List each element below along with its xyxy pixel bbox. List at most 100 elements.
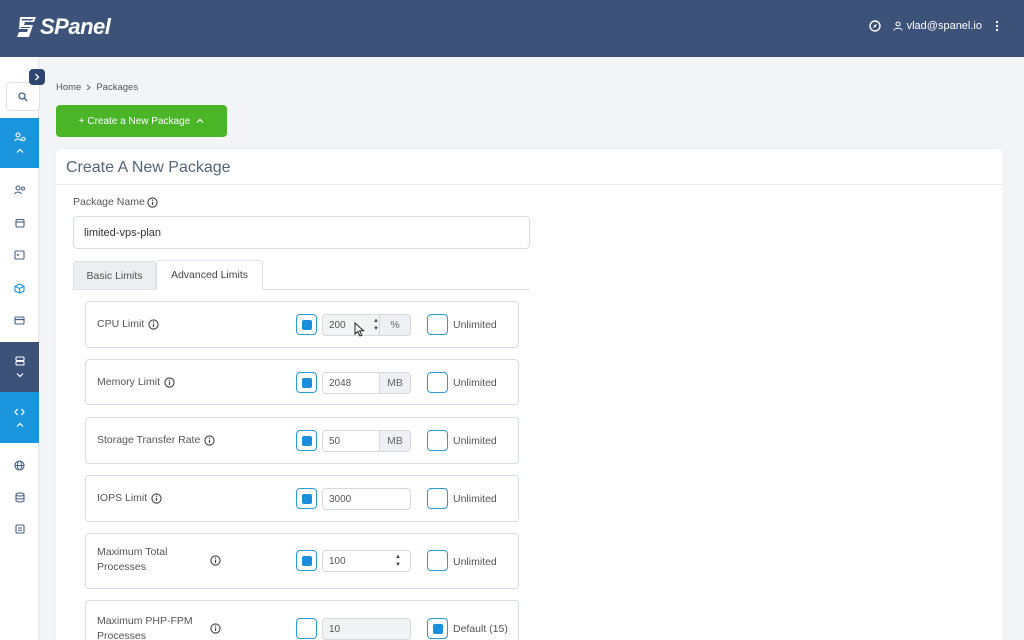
sidebar-item-domains[interactable]: [0, 455, 39, 475]
user-icon: [893, 21, 903, 31]
info-icon[interactable]: [164, 376, 175, 388]
sidebar-toggle-button[interactable]: [29, 69, 45, 85]
memory-limit-enable-checkbox[interactable]: [296, 372, 317, 393]
sidebar-item-server[interactable]: [0, 342, 39, 392]
package-name-input[interactable]: [73, 216, 530, 249]
info-icon[interactable]: [204, 434, 215, 446]
spanel-logo-icon: [17, 17, 36, 37]
memory-limit-unit: MB: [380, 372, 411, 394]
memory-limit-row: Memory Limit 2048 MB Unlimited: [85, 359, 519, 405]
phpfpm-processes-row: Maximum PHP-FPM Processes 10 Default (15…: [85, 600, 519, 640]
database-icon: [14, 491, 25, 503]
sidebar-item-developer[interactable]: [0, 392, 39, 443]
memory-limit-input[interactable]: 2048: [322, 372, 380, 394]
globe-icon: [14, 459, 25, 471]
info-icon[interactable]: [151, 492, 162, 504]
cpu-limit-unit: %: [380, 314, 411, 336]
memory-limit-label: Memory Limit: [97, 376, 175, 388]
sidebar-item-terminal[interactable]: [0, 245, 39, 265]
cpu-unlimited-checkbox[interactable]: [427, 314, 448, 335]
phpfpm-processes-input[interactable]: 10: [322, 618, 411, 640]
total-processes-label: Maximum Total Processes: [97, 546, 168, 573]
card-icon: [14, 315, 25, 325]
sidebar-item-billing[interactable]: [0, 310, 39, 330]
tab-underline: [73, 289, 530, 290]
sidebar-item-logs[interactable]: [0, 519, 39, 539]
mouse-cursor-icon: [354, 322, 365, 337]
info-icon[interactable]: [148, 318, 159, 330]
storage-transfer-unit: MB: [380, 430, 411, 452]
info-icon[interactable]: [147, 196, 158, 208]
sidebar-item-databases[interactable]: [0, 487, 39, 507]
cpu-unlimited-label: Unlimited: [453, 319, 497, 331]
breadcrumb-home[interactable]: Home: [56, 82, 81, 93]
storage-transfer-enable-checkbox[interactable]: [296, 430, 317, 451]
user-menu[interactable]: vlad@spanel.io: [893, 20, 982, 32]
iops-limit-enable-checkbox[interactable]: [296, 488, 317, 509]
top-bar: SPanel vlad@spanel.io: [0, 0, 1024, 57]
storage-unlimited-checkbox[interactable]: [427, 430, 448, 451]
sidebar-search-button[interactable]: [6, 82, 40, 111]
users-settings-icon: [13, 132, 26, 142]
chevron-up-icon: [196, 118, 204, 123]
info-icon[interactable]: [210, 623, 221, 634]
checkbox-checked-mark: [301, 493, 312, 504]
total-processes-spinner[interactable]: ▲ ▼: [393, 551, 403, 571]
total-processes-enable-checkbox[interactable]: [296, 550, 317, 571]
sidebar-item-calendar[interactable]: [0, 213, 39, 233]
breadcrumb: Home Packages: [56, 82, 138, 93]
calendar-icon: [14, 218, 25, 228]
phpfpm-default-checkbox[interactable]: [427, 618, 448, 639]
document-icon: [14, 524, 25, 534]
phpfpm-default-label: Default (15): [453, 623, 508, 635]
storage-transfer-label: Storage Transfer Rate: [97, 434, 215, 446]
iops-limit-row: IOPS Limit 3000 Unlimited: [85, 475, 519, 522]
storage-transfer-row: Storage Transfer Rate 50 MB Unlimited: [85, 417, 519, 464]
sidebar-item-users[interactable]: [0, 180, 39, 200]
phpfpm-processes-label: Maximum PHP-FPM Processes: [97, 615, 193, 640]
logo-text: SPanel: [40, 14, 111, 39]
kebab-menu-icon[interactable]: [994, 20, 1000, 32]
checkbox-checked-mark: [432, 623, 443, 634]
info-icon[interactable]: [210, 555, 221, 566]
iops-limit-label: IOPS Limit: [97, 492, 162, 504]
checkbox-checked-mark: [301, 435, 312, 446]
chevron-right-icon: [87, 84, 92, 91]
create-package-label: + Create a New Package: [78, 115, 191, 127]
user-email: vlad@spanel.io: [906, 20, 982, 32]
tab-basic-limits[interactable]: Basic Limits: [73, 261, 156, 289]
card-divider: [56, 184, 1003, 185]
terminal-icon: [14, 250, 25, 260]
code-icon: [14, 408, 25, 415]
chevron-down-icon: [16, 373, 23, 378]
chevron-up-icon: [16, 422, 23, 427]
iops-limit-input[interactable]: 3000: [322, 488, 411, 510]
users-icon: [13, 185, 25, 195]
storage-transfer-input[interactable]: 50: [322, 430, 380, 452]
package-name-label: Package Name: [73, 196, 158, 208]
memory-unlimited-checkbox[interactable]: [427, 372, 448, 393]
cpu-limit-row: CPU Limit 200 ▲ ▼ % Unlimited: [85, 301, 519, 348]
server-icon: [14, 356, 25, 366]
create-package-button[interactable]: + Create a New Package: [56, 105, 227, 137]
memory-unlimited-label: Unlimited: [453, 377, 497, 389]
total-processes-row: Maximum Total Processes 100 ▲ ▼ Unlimited: [85, 533, 519, 589]
processes-unlimited-checkbox[interactable]: [427, 550, 448, 571]
card-title: Create A New Package: [66, 159, 231, 176]
chevron-up-icon: [16, 148, 23, 153]
search-icon: [18, 91, 28, 101]
cpu-limit-enable-checkbox[interactable]: [296, 314, 317, 335]
compass-icon[interactable]: [868, 20, 881, 32]
checkbox-checked-mark: [301, 319, 312, 330]
sidebar-item-user-management[interactable]: [0, 118, 39, 168]
checkbox-checked-mark: [301, 377, 312, 388]
phpfpm-enable-checkbox[interactable]: [296, 618, 317, 639]
iops-unlimited-checkbox[interactable]: [427, 488, 448, 509]
checkbox-checked-mark: [301, 555, 312, 566]
cube-icon: [14, 282, 25, 294]
tab-advanced-limits[interactable]: Advanced Limits: [156, 260, 263, 290]
breadcrumb-current: Packages: [96, 82, 139, 93]
sidebar-item-packages[interactable]: [0, 278, 39, 298]
processes-unlimited-label: Unlimited: [453, 556, 497, 568]
spanel-logo[interactable]: SPanel: [16, 14, 111, 40]
